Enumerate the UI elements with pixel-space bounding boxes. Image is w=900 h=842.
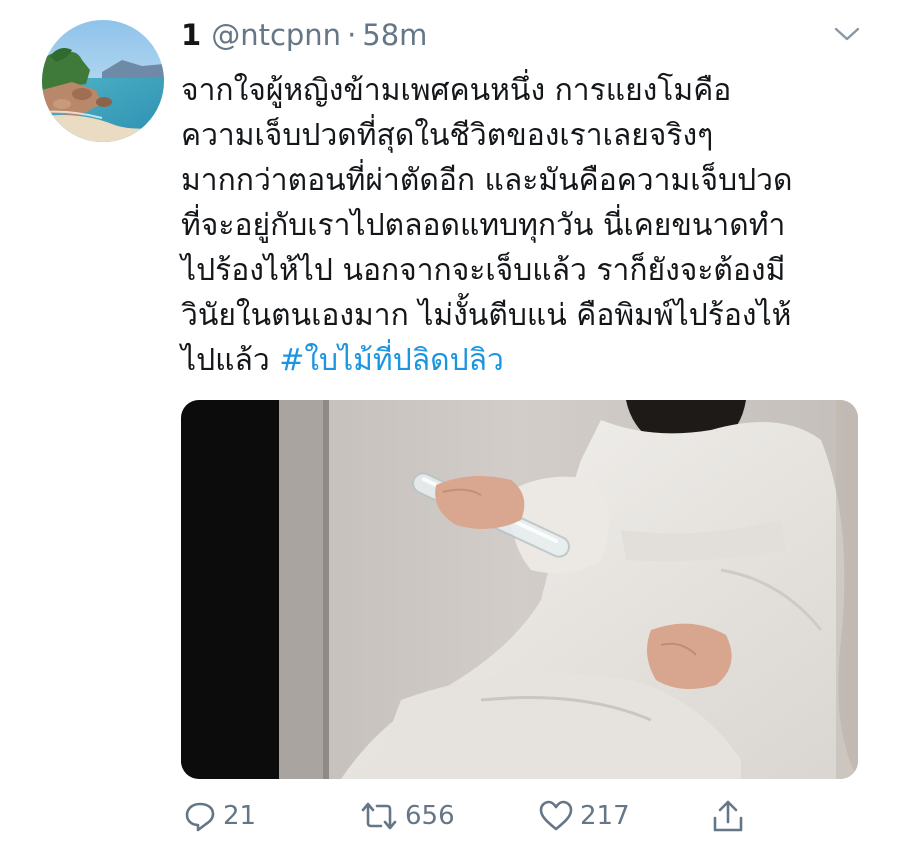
reply-button[interactable]: 21	[183, 796, 256, 836]
tweet-text-line: ที่จะอยู่กับเราไปตลอดแทบทุกวัน นี่เคยขนา…	[181, 208, 786, 243]
share-button[interactable]	[711, 796, 751, 836]
avatar[interactable]	[42, 20, 164, 142]
tweet-text-line: จากใจผู้หญิงข้ามเพศคนหนึ่ง การแยงโมคือ	[181, 73, 732, 108]
tweet-text-line: วินัยในตนเองมาก ไม่งั้นตีบแน่ คือพิมพ์ไป…	[181, 298, 792, 333]
reply-icon	[185, 802, 215, 832]
share-icon	[713, 800, 743, 832]
avatar-beach-image	[42, 20, 164, 142]
tweet-media-image[interactable]	[181, 400, 858, 779]
tweet-text-line: มากกว่าตอนที่ผ่าตัดอีก และมันคือความเจ็บ…	[181, 163, 793, 198]
like-count: 217	[580, 801, 630, 831]
reply-count: 21	[223, 801, 257, 831]
heart-icon	[539, 800, 573, 831]
tweet-text-prefix: ไปแล้ว	[181, 343, 280, 378]
display-name[interactable]: 1	[181, 18, 201, 52]
tweet-text-line: ไปร้องไห้ไป นอกจากจะเจ็บแล้ว ราก็ยังจะต้…	[181, 253, 786, 288]
chevron-down-icon[interactable]	[833, 24, 861, 44]
tweet-text-line: ความเจ็บปวดที่สุดในชีวิตของเราเลยจริงๆ	[181, 118, 714, 153]
like-button[interactable]: 217	[538, 796, 630, 836]
tweet-text-last-line: ไปแล้ว #ใบไม้ที่ปลิดปลิว	[181, 338, 871, 383]
separator-dot: ·	[347, 18, 357, 52]
retweet-button[interactable]: 656	[359, 796, 455, 836]
tweet-text: จากใจผู้หญิงข้ามเพศคนหนึ่ง การแยงโมคือ ค…	[181, 68, 871, 383]
retweet-icon	[361, 802, 397, 830]
tweet-card[interactable]: 1 @ntcpnn · 58m จากใจผู้หญิงข้ามเพศคนหนึ…	[0, 0, 900, 842]
retweet-count: 656	[405, 801, 455, 831]
user-handle[interactable]: @ntcpnn	[211, 18, 341, 52]
tweet-header: 1 @ntcpnn · 58m	[181, 18, 427, 58]
tweet-actions: 21 656 217	[181, 796, 861, 836]
hashtag-link[interactable]: #ใบไม้ที่ปลิดปลิว	[279, 343, 504, 378]
photo-woman-in-bathrobe	[181, 400, 858, 779]
timestamp[interactable]: 58m	[362, 18, 427, 52]
